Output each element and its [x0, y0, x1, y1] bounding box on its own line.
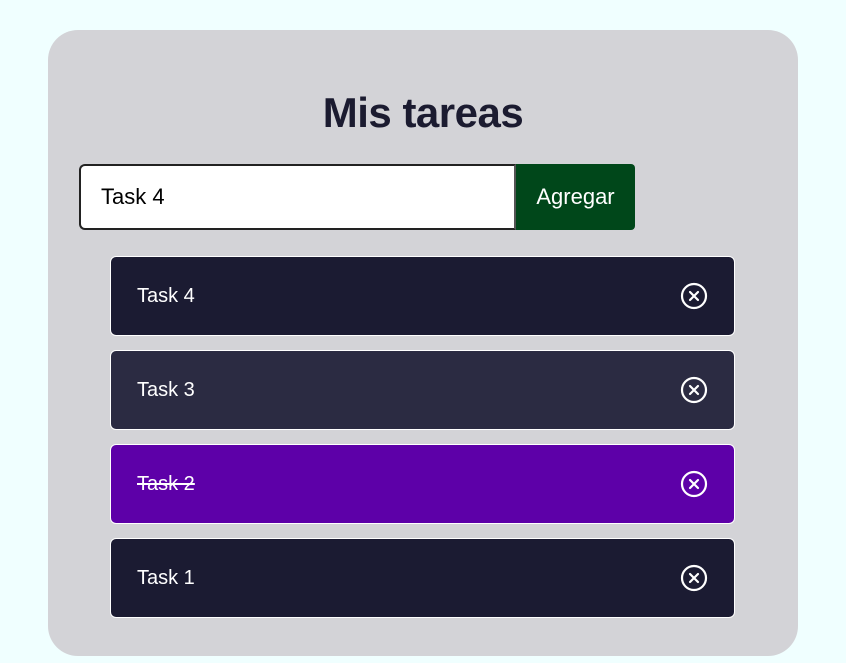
task-input[interactable]	[79, 164, 516, 230]
task-item[interactable]: Task 2	[110, 444, 735, 524]
close-circle-icon[interactable]	[680, 282, 708, 310]
task-text: Task 1	[137, 566, 195, 589]
close-circle-icon[interactable]	[680, 564, 708, 592]
page-title: Mis tareas	[322, 89, 524, 136]
close-circle-icon[interactable]	[680, 376, 708, 404]
close-circle-icon[interactable]	[680, 470, 708, 498]
task-item[interactable]: Task 1	[110, 538, 735, 618]
task-form: Agregar	[79, 164, 635, 230]
task-item[interactable]: Task 3	[110, 350, 735, 430]
add-task-button[interactable]: Agregar	[516, 164, 635, 230]
task-text: Task 2	[137, 472, 195, 495]
task-text: Task 4	[137, 284, 195, 307]
task-list: Task 4 Task 3 Task 2 Task 1	[110, 256, 735, 632]
task-item[interactable]: Task 4	[110, 256, 735, 336]
task-text: Task 3	[137, 378, 195, 401]
